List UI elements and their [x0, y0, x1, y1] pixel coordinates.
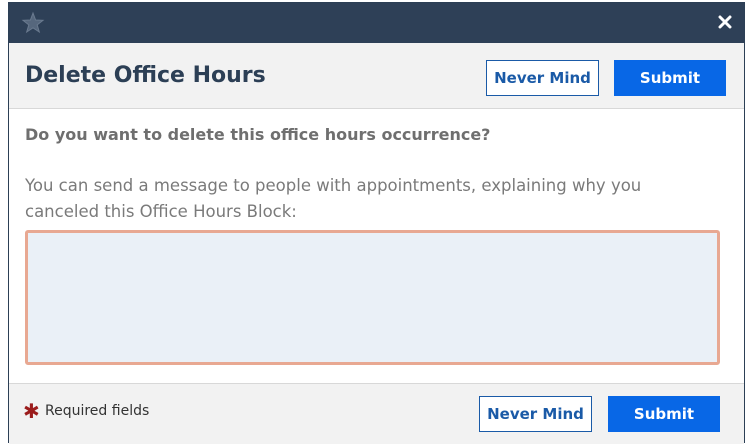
never-mind-button-header[interactable]: Never Mind — [486, 60, 599, 96]
dialog-topbar — [9, 3, 744, 43]
star-logo-icon — [21, 11, 45, 35]
submit-button-footer[interactable]: Submit — [608, 396, 720, 432]
delete-office-hours-dialog: Delete Office Hours Never Mind Submit Do… — [8, 2, 745, 444]
required-asterisk-icon: ✱ — [23, 399, 40, 423]
delete-question: Do you want to delete this office hours … — [25, 125, 491, 144]
message-prompt: You can send a message to people with ap… — [25, 176, 642, 221]
submit-button-header[interactable]: Submit — [614, 60, 726, 96]
cancellation-message-textarea[interactable] — [25, 230, 720, 365]
dialog-footer: ✱ Required fields Never Mind Submit — [9, 383, 744, 444]
dialog-title: Delete Office Hours — [25, 63, 266, 88]
dialog-body: Do you want to delete this office hours … — [9, 109, 744, 383]
close-icon[interactable] — [714, 11, 736, 33]
required-fields-label: Required fields — [45, 403, 150, 419]
never-mind-button-footer[interactable]: Never Mind — [479, 396, 592, 432]
